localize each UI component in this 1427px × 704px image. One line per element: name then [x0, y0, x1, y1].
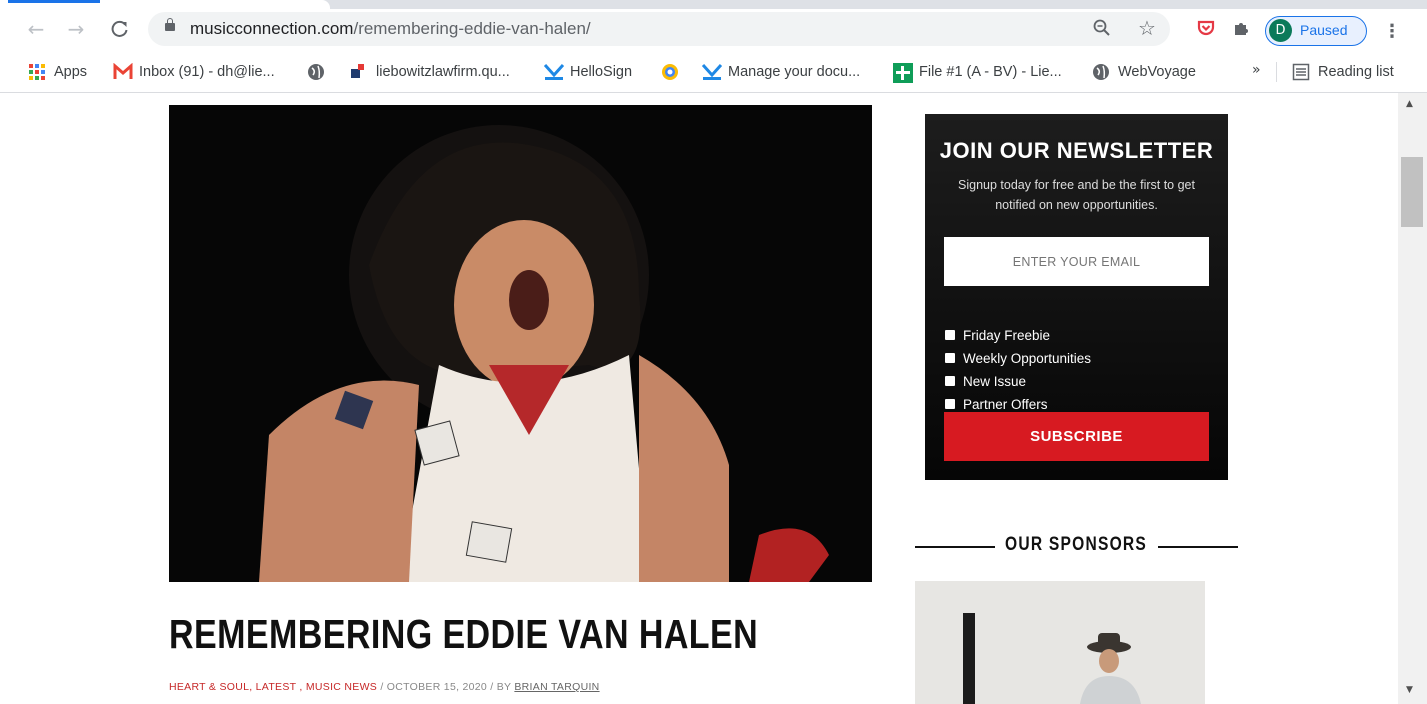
tab-strip [0, 0, 1427, 9]
bookmark-label: liebowitzlawfirm.qu... [376, 64, 510, 80]
bookmark-gmail-inbox[interactable]: Inbox (91) - dh@lie... [113, 61, 275, 83]
bookmark-webvoyage[interactable]: WebVoyage [1092, 61, 1196, 83]
bookmark-manage-documents[interactable]: Manage your docu... [701, 61, 861, 83]
avatar: D [1269, 19, 1292, 42]
email-input[interactable] [944, 237, 1209, 286]
scroll-down-arrow-icon[interactable]: ▼ [1406, 685, 1413, 695]
puzzle-extensions-icon[interactable] [1231, 18, 1251, 43]
scrollbar-thumb[interactable] [1401, 157, 1423, 227]
arrow-right-icon: → [67, 17, 85, 41]
option-label: Partner Offers [963, 396, 1048, 412]
divider-left [915, 546, 995, 548]
profile-status-label: Paused [1300, 22, 1348, 38]
gmail-icon [113, 62, 133, 81]
browser-toolbar: ← → musicconnection.com/remembering-eddi… [0, 9, 1427, 51]
profile-button[interactable]: D Paused [1265, 16, 1367, 46]
bookmark-liebowitz[interactable]: liebowitzlawfirm.qu... [350, 61, 510, 83]
bookmark-label: Inbox (91) - dh@lie... [139, 64, 275, 80]
option-label: Weekly Opportunities [963, 350, 1092, 366]
newsletter-widget: JOIN OUR NEWSLETTER Signup today for fre… [925, 114, 1228, 480]
option-partner-offers[interactable]: Partner Offers [945, 395, 1048, 413]
hellosign-icon [543, 63, 565, 81]
bookmark-globe[interactable] [307, 61, 333, 83]
article-title: REMEMBERING EDDIE VAN HALEN [169, 611, 759, 657]
reload-button[interactable] [106, 15, 134, 43]
option-weekly-opportunities[interactable]: Weekly Opportunities [945, 349, 1091, 367]
bookmark-drive[interactable] [661, 61, 687, 83]
url-text[interactable]: musicconnection.com/remembering-eddie-va… [190, 19, 591, 39]
arrow-left-icon: ← [27, 17, 45, 41]
reading-list-button[interactable]: Reading list [1292, 61, 1394, 83]
article-author-link[interactable]: BRIAN TARQUIN [514, 681, 599, 693]
newsletter-description: Signup today for free and be the first t… [958, 178, 1195, 212]
reload-icon [111, 20, 128, 37]
reading-list-icon [1292, 63, 1310, 81]
drive-icon [661, 63, 679, 81]
bookmarks-bar: Apps Inbox (91) - dh@lie... liebowitzlaw… [0, 51, 1427, 93]
sheets-icon [893, 63, 913, 83]
hellosign-icon [701, 63, 723, 81]
option-label: New Issue [963, 373, 1027, 389]
url-domain: musicconnection.com [190, 19, 354, 38]
apps-grid-icon [28, 63, 46, 81]
option-label: Friday Freebie [963, 327, 1051, 343]
divider-right [1158, 546, 1238, 548]
article-meta: HEART & SOUL, LATEST , MUSIC NEWS / OCTO… [169, 681, 600, 693]
bookmark-label: WebVoyage [1118, 64, 1196, 80]
page-viewport: REMEMBERING EDDIE VAN HALEN HEART & SOUL… [0, 93, 1427, 704]
address-bar[interactable]: musicconnection.com/remembering-eddie-va… [148, 12, 1170, 46]
tab-loading-indicator [8, 0, 100, 3]
byline-prefix: BY [496, 681, 512, 693]
url-path: /remembering-eddie-van-halen/ [353, 19, 591, 38]
article-hero-image[interactable] [169, 105, 872, 582]
back-button[interactable]: ← [22, 15, 50, 43]
bookmarks-divider [1276, 62, 1277, 82]
sponsor-image[interactable] [915, 581, 1205, 704]
checkbox[interactable] [945, 353, 955, 363]
lock-icon [165, 18, 175, 31]
meta-separator: / [380, 681, 384, 693]
option-new-issue[interactable]: New Issue [945, 372, 1026, 390]
zoom-icon[interactable] [1092, 18, 1112, 43]
bookmark-file-sheet[interactable]: File #1 (A - BV) - Lie... [893, 61, 1062, 83]
article-date: OCTOBER 15, 2020 / [386, 681, 494, 693]
globe-icon [307, 63, 325, 81]
globe-icon [1092, 63, 1110, 81]
bookmark-label: Manage your docu... [728, 64, 861, 80]
checkbox[interactable] [945, 376, 955, 386]
scroll-up-arrow-icon[interactable]: ▲ [1406, 99, 1413, 109]
bookmark-label: HelloSign [570, 64, 633, 80]
more-menu-icon[interactable]: ⋮ [1383, 21, 1401, 42]
reading-list-label: Reading list [1318, 64, 1394, 80]
site-icon [350, 63, 368, 81]
bookmark-apps[interactable]: Apps [28, 61, 87, 83]
sponsors-heading: OUR SPONSORS [1005, 534, 1148, 555]
pocket-extension-icon[interactable] [1196, 18, 1216, 43]
page-scrollbar[interactable]: ▲ ▼ [1398, 93, 1427, 704]
guitarist-photo [169, 105, 872, 582]
sponsor-photo [915, 581, 1205, 704]
star-bookmark-icon[interactable]: ☆ [1138, 16, 1156, 40]
article-categories[interactable]: HEART & SOUL, LATEST , MUSIC NEWS [169, 681, 377, 693]
option-friday-freebie[interactable]: Friday Freebie [945, 326, 1050, 344]
bookmark-hellosign[interactable]: HelloSign [543, 61, 633, 83]
subscribe-button[interactable]: SUBSCRIBE [944, 412, 1209, 461]
newsletter-title: JOIN OUR NEWSLETTER [939, 138, 1214, 163]
bookmark-label: Apps [54, 64, 88, 80]
checkbox[interactable] [945, 399, 955, 409]
bookmark-label: File #1 (A - BV) - Lie... [919, 64, 1062, 80]
forward-button[interactable]: → [62, 15, 90, 43]
checkbox[interactable] [945, 330, 955, 340]
more-bookmarks-chevron[interactable]: » [1252, 62, 1261, 78]
